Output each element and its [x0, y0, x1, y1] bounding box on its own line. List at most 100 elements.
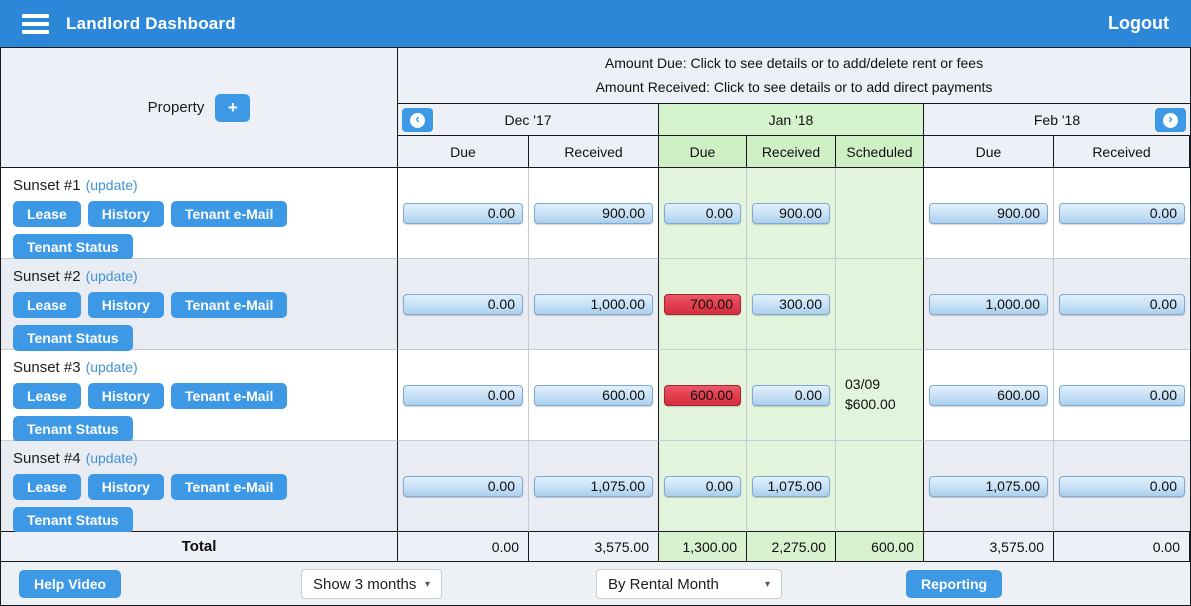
property-update-link[interactable]: (update): [86, 268, 138, 284]
logout-button[interactable]: Logout: [1108, 13, 1169, 34]
caret-down-icon: ▾: [424, 578, 430, 590]
due-amount-pill[interactable]: 700.00: [664, 293, 741, 315]
due-amount-pill[interactable]: 0.00: [403, 475, 523, 497]
help-video-button[interactable]: Help Video: [19, 570, 122, 598]
history-button[interactable]: History: [87, 474, 164, 500]
property-label: Property: [147, 99, 205, 116]
received-amount-pill[interactable]: 0.00: [1059, 384, 1185, 406]
dashboard-table: Property + Amount Due: Click to see deta…: [1, 47, 1190, 562]
jan-scheduled-cell: [836, 441, 924, 532]
dec-due-cell: 0.00: [398, 441, 529, 532]
column-header-received: Received: [1054, 136, 1190, 168]
rental-month-select[interactable]: By Rental Month ▾: [596, 569, 782, 599]
chevron-left-icon: ‹: [410, 112, 425, 128]
lease-button[interactable]: Lease: [13, 292, 81, 318]
history-button[interactable]: History: [87, 383, 164, 409]
feb-received-cell: 0.00: [1054, 259, 1190, 350]
show-months-select[interactable]: Show 3 months ▾: [301, 569, 442, 599]
property-update-link[interactable]: (update): [86, 450, 138, 466]
due-amount-pill[interactable]: 0.00: [664, 475, 741, 497]
dec-due-cell: 0.00: [398, 168, 529, 259]
menu-icon[interactable]: [22, 13, 49, 34]
due-amount-pill[interactable]: 0.00: [664, 202, 741, 224]
received-amount-pill[interactable]: 0.00: [1059, 475, 1185, 497]
received-amount-pill[interactable]: 1,075.00: [534, 475, 653, 497]
lease-button[interactable]: Lease: [13, 383, 81, 409]
due-amount-pill[interactable]: 600.00: [929, 384, 1048, 406]
page-title: Landlord Dashboard: [66, 13, 236, 33]
footer-bar: Help Video Show 3 months ▾ By Rental Mon…: [1, 562, 1190, 605]
tenant-email-button[interactable]: Tenant e-Mail: [170, 292, 288, 318]
tenant-email-button[interactable]: Tenant e-Mail: [170, 474, 288, 500]
tenant-status-button[interactable]: Tenant Status: [13, 234, 133, 260]
tenant-status-button[interactable]: Tenant Status: [13, 416, 133, 442]
due-amount-pill[interactable]: 0.00: [403, 384, 523, 406]
total-dec-received: 3,575.00: [529, 532, 659, 561]
total-jan-scheduled: 600.00: [836, 532, 924, 561]
property-name: Sunset #2: [13, 268, 81, 285]
tenant-email-button[interactable]: Tenant e-Mail: [170, 201, 288, 227]
month-label: Feb '18: [1033, 111, 1081, 128]
due-amount-pill[interactable]: 900.00: [929, 202, 1048, 224]
jan-received-cell: 900.00: [747, 168, 836, 259]
jan-due-cell: 700.00: [659, 259, 747, 350]
dec-due-cell: 0.00: [398, 259, 529, 350]
total-jan-received: 2,275.00: [747, 532, 836, 561]
property-cell: Sunset #2 (update) Lease History Tenant e…: [1, 259, 398, 351]
property-cell: Sunset #3 (update) Lease History Tenant e…: [1, 350, 398, 442]
add-property-button[interactable]: +: [215, 93, 251, 122]
prev-month-button[interactable]: ‹: [402, 108, 433, 132]
received-amount-pill[interactable]: 0.00: [1059, 202, 1185, 224]
jan-received-cell: 0.00: [747, 350, 836, 441]
received-amount-pill[interactable]: 300.00: [752, 293, 830, 315]
show-months-value: Show 3 months: [313, 575, 417, 593]
tenant-email-button[interactable]: Tenant e-Mail: [170, 383, 288, 409]
received-amount-pill[interactable]: 0.00: [752, 384, 830, 406]
property-update-link[interactable]: (update): [86, 177, 138, 193]
lease-button[interactable]: Lease: [13, 201, 81, 227]
property-update-link[interactable]: (update): [86, 359, 138, 375]
total-jan-due: 1,300.00: [659, 532, 747, 561]
jan-scheduled-cell: [836, 259, 924, 350]
received-amount-pill[interactable]: 1,000.00: [534, 293, 653, 315]
instructions-line-1: Amount Due: Click to see details or to a…: [604, 54, 984, 71]
received-amount-pill[interactable]: 1,075.00: [752, 475, 830, 497]
app-header: Landlord Dashboard Logout: [0, 0, 1191, 47]
jan-scheduled-cell: [836, 168, 924, 259]
history-button[interactable]: History: [87, 292, 164, 318]
property-cell: Sunset #4 (update) Lease History Tenant e…: [1, 441, 398, 533]
lease-button[interactable]: Lease: [13, 474, 81, 500]
history-button[interactable]: History: [87, 201, 164, 227]
column-header-received: Received: [529, 136, 659, 168]
dec-received-cell: 900.00: [529, 168, 659, 259]
due-amount-pill[interactable]: 1,075.00: [929, 475, 1048, 497]
dec-due-cell: 0.00: [398, 350, 529, 441]
month-header-dec: ‹ Dec '17: [398, 104, 659, 136]
total-dec-due: 0.00: [398, 532, 529, 561]
property-name: Sunset #3: [13, 359, 81, 376]
tenant-status-button[interactable]: Tenant Status: [13, 507, 133, 533]
next-month-button[interactable]: ›: [1155, 108, 1186, 132]
instructions-line-2: Amount Received: Click to see details or…: [595, 78, 993, 95]
instructions-banner: Amount Due: Click to see details or to a…: [398, 48, 1190, 104]
property-cell: Sunset #1 (update) Lease History Tenant e…: [1, 168, 398, 260]
feb-due-cell: 900.00: [924, 168, 1054, 259]
scheduled-amount: $600.00: [845, 396, 896, 412]
tenant-status-button[interactable]: Tenant Status: [13, 325, 133, 351]
received-amount-pill[interactable]: 900.00: [534, 202, 653, 224]
received-amount-pill[interactable]: 900.00: [752, 202, 830, 224]
received-amount-pill[interactable]: 600.00: [534, 384, 653, 406]
due-amount-pill[interactable]: 0.00: [403, 202, 523, 224]
reporting-button[interactable]: Reporting: [906, 570, 1003, 598]
column-header-received: Received: [747, 136, 836, 168]
month-label: Jan '18: [768, 111, 814, 128]
received-amount-pill[interactable]: 0.00: [1059, 293, 1185, 315]
month-label: Dec '17: [504, 111, 552, 128]
due-amount-pill[interactable]: 1,000.00: [929, 293, 1048, 315]
column-header-due: Due: [924, 136, 1054, 168]
total-label: Total: [1, 532, 398, 561]
due-amount-pill[interactable]: 600.00: [664, 384, 741, 406]
jan-scheduled-cell: 03/09 $600.00: [836, 350, 924, 441]
month-header-jan: Jan '18: [659, 104, 924, 136]
due-amount-pill[interactable]: 0.00: [403, 293, 523, 315]
